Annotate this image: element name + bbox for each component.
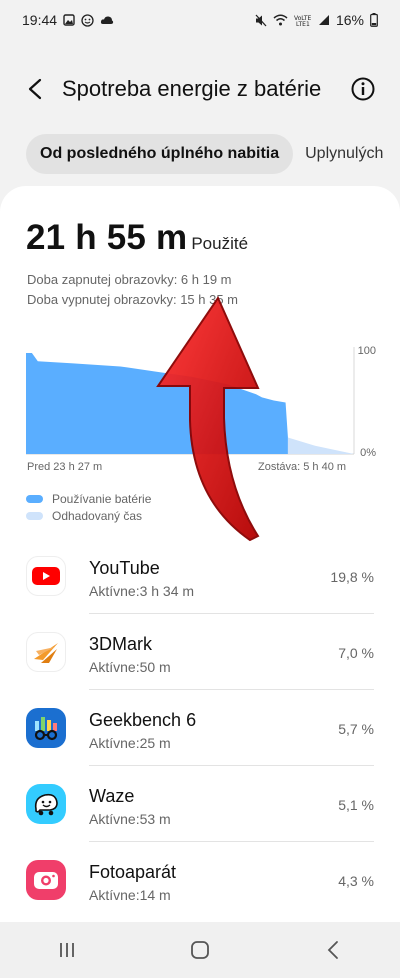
app-name: Geekbench 6 <box>89 710 197 730</box>
tab-elapsed[interactable]: Uplynulých <box>305 134 397 174</box>
top-app-bar: Spotreba energie z batérie <box>0 62 400 116</box>
chart-tick-top: 100 <box>357 345 376 357</box>
back-button[interactable] <box>20 74 50 104</box>
app-usage-list: YouTube Aktívne:3 h 34 m 19,8 % 3DMark A… <box>0 538 400 918</box>
status-time: 19:44 <box>22 12 58 28</box>
app-name: 3DMark <box>89 634 153 654</box>
legend-item-used: Používanie batérie <box>26 490 151 507</box>
cloud-icon <box>100 14 114 26</box>
legend-swatch-used <box>26 494 43 503</box>
home-icon <box>191 941 209 959</box>
chart-legend: Používanie batérie Odhadovaný čas <box>26 490 151 524</box>
legend-label-used: Používanie batérie <box>52 491 152 506</box>
app-percent: 7,0 % <box>338 645 374 661</box>
signal-icon <box>318 14 330 26</box>
svg-text:LTE1: LTE1 <box>296 21 310 26</box>
waze-icon <box>26 784 66 824</box>
legend-swatch-estimated <box>26 511 43 520</box>
chart-series-estimated <box>287 437 354 454</box>
period-tabs: Od posledného úplného nabitia Uplynulých <box>26 134 397 174</box>
app-row-geekbench[interactable]: Geekbench 6 Aktívne:25 m 5,7 % <box>0 690 400 766</box>
usage-value: 21 h 55 m <box>26 218 188 257</box>
usage-label: Použité <box>191 234 249 253</box>
3dmark-icon <box>26 632 66 672</box>
youtube-icon <box>26 556 66 596</box>
app-row-youtube[interactable]: YouTube Aktívne:3 h 34 m 19,8 % <box>0 538 400 614</box>
app-name: Fotoaparát <box>89 862 177 882</box>
chart-left-label: Pred 23 h 27 m <box>27 461 103 473</box>
mute-icon <box>255 14 267 27</box>
camera-icon <box>26 860 66 900</box>
legend-label-estimated: Odhadovaný čas <box>52 508 143 523</box>
back-icon <box>328 941 339 959</box>
recents-button[interactable] <box>47 930 87 970</box>
app-percent: 19,8 % <box>330 569 374 585</box>
emoji-icon <box>81 13 94 27</box>
home-button[interactable] <box>180 930 220 970</box>
battery-percent: 16% <box>335 12 364 28</box>
app-row-camera[interactable]: Fotoaparát Aktívne:14 m 4,3 % <box>0 842 400 918</box>
app-active-time: Aktívne:53 m <box>89 811 171 827</box>
chart-right-label: Zostáva: 5 h 40 m <box>258 461 347 473</box>
chart-series-used <box>26 353 288 454</box>
screen-off-time: Doba vypnutej obrazovky: 15 h 35 m <box>27 292 239 307</box>
app-active-time: Aktívne:14 m <box>89 887 171 903</box>
tab-since-full-charge[interactable]: Od posledného úplného nabitia <box>26 134 294 174</box>
geekbench-icon <box>26 708 66 748</box>
gallery-icon <box>63 14 75 26</box>
status-bar: 19:44 VoLTE LTE1 16% <box>0 0 400 40</box>
screen-on-time: Doba zapnutej obrazovky: 6 h 19 m <box>27 272 232 287</box>
info-button[interactable] <box>350 76 376 102</box>
battery-chart[interactable]: 100 0% Pred 23 h 27 m Zostáva: 5 h 40 m <box>26 340 376 473</box>
legend-item-estimated: Odhadovaný čas <box>26 507 151 524</box>
battery-chart-svg <box>26 347 355 455</box>
info-icon <box>351 77 375 101</box>
usage-summary: 21 h 55 m Použité <box>26 218 248 258</box>
status-right: VoLTE LTE1 16% <box>255 12 378 28</box>
app-percent: 5,7 % <box>338 721 374 737</box>
app-name: Waze <box>89 786 135 806</box>
app-percent: 5,1 % <box>338 797 374 813</box>
app-percent: 4,3 % <box>338 873 374 889</box>
wifi-icon <box>273 14 288 26</box>
volte-icon: VoLTE LTE1 <box>294 14 312 26</box>
app-row-waze[interactable]: Waze Aktívne:53 m 5,1 % <box>0 766 400 842</box>
recents-icon <box>59 943 74 957</box>
back-arrow-icon <box>28 78 42 100</box>
nav-back-button[interactable] <box>313 930 353 970</box>
app-name: YouTube <box>89 558 160 578</box>
chart-tick-bottom: 0% <box>360 447 376 459</box>
system-navigation-bar <box>0 922 400 978</box>
app-active-time: Aktívne:50 m <box>89 659 171 675</box>
battery-icon <box>370 13 378 27</box>
status-left: 19:44 <box>22 12 114 28</box>
app-row-3dmark[interactable]: 3DMark Aktívne:50 m 7,0 % <box>0 614 400 690</box>
page-title: Spotreba energie z batérie <box>62 76 322 101</box>
app-active-time: Aktívne:25 m <box>89 735 171 751</box>
app-active-time: Aktívne:3 h 34 m <box>89 583 195 599</box>
